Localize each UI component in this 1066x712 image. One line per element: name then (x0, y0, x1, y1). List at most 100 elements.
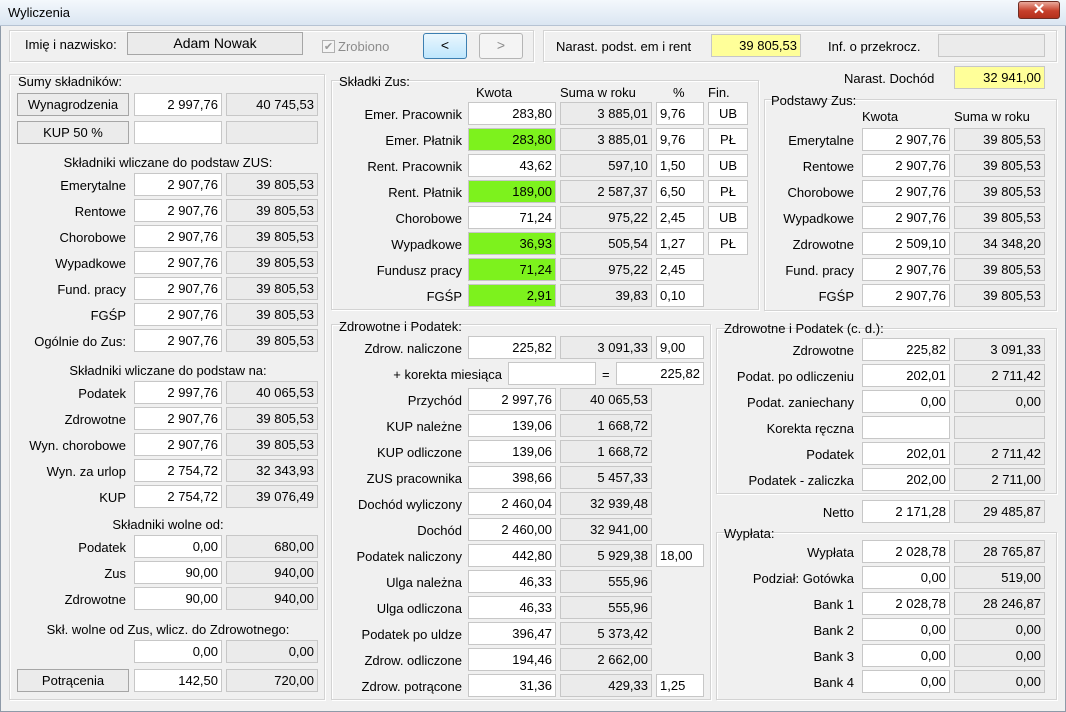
zus-contrib-kwota: 189,00 (468, 180, 556, 203)
health-tax-rok: 555,96 (560, 596, 652, 619)
zus-base-label: Fund. pracy (785, 263, 854, 278)
base-h-rok: Suma w roku (954, 109, 1030, 124)
zus-contrib-fin[interactable]: UB (708, 206, 748, 229)
prev-button[interactable]: < (423, 33, 467, 59)
zus-base-kwota: 2 907,76 (862, 258, 950, 281)
zus-contrib-fin[interactable]: PŁ (708, 128, 748, 151)
zus-contrib-pct[interactable]: 9,76 (656, 128, 704, 151)
zus-h-pct: % (673, 85, 685, 100)
zus-base-kwota: 2 907,76 (862, 206, 950, 229)
potracenia-label: Potrącenia (17, 669, 129, 692)
close-button[interactable]: ✕ (1018, 1, 1060, 19)
zus-component-kwota: 2 907,76 (134, 199, 222, 222)
kup50-rok (226, 121, 318, 144)
health-tax-cd-label: Podat. zaniechany (747, 395, 854, 410)
health-tax-rok: 1 668,72 (560, 414, 652, 437)
health-tax-cd-label: Korekta ręczna (766, 421, 854, 436)
narast-label: Narast. podst. em i rent (556, 39, 692, 54)
health-tax-label: KUP należne (386, 419, 462, 434)
zus-component-label: Chorobowe (59, 230, 127, 245)
zus-base-kwota: 2 907,76 (862, 180, 950, 203)
zus-contrib-pct[interactable]: 1,50 (656, 154, 704, 177)
payout-rok: 28 765,87 (954, 540, 1045, 563)
zus-contrib-fin[interactable]: PŁ (708, 180, 748, 203)
kup50-label: KUP 50 % (17, 121, 129, 144)
zus-contrib-fin[interactable]: UB (708, 102, 748, 125)
narast-dochod-label: Narast. Dochód (844, 71, 935, 86)
zus-contrib-pct[interactable]: 1,27 (656, 232, 704, 255)
skl-rok: 0,00 (226, 640, 318, 663)
zus-contrib-pct[interactable]: 9,76 (656, 102, 704, 125)
health-tax-label: Zdrow. potrącone (361, 679, 462, 694)
window-title: Wyliczenia (8, 5, 71, 20)
health-tax-cd-kwota: 0,00 (862, 390, 950, 413)
korekta-label: + korekta miesiąca (393, 367, 502, 382)
done-checkbox[interactable]: ✔ (322, 40, 335, 53)
health-tax-rok: 555,96 (560, 570, 652, 593)
zus-base-rok: 39 805,53 (954, 284, 1045, 307)
payout-label: Bank 3 (813, 649, 854, 664)
free-component-label: Podatek (78, 540, 126, 555)
zus-base-kwota: 2 907,76 (862, 128, 950, 151)
health-tax-cd-rok: 3 091,33 (954, 338, 1045, 361)
base-h-kwota: Kwota (862, 109, 899, 124)
health-tax-label: Ulga należna (386, 575, 462, 590)
next-button[interactable]: > (479, 33, 523, 59)
close-icon: ✕ (1032, 1, 1046, 18)
zus-contrib-fin[interactable]: PŁ (708, 232, 748, 255)
zus-contrib-label: Emer. Płatnik (385, 133, 462, 148)
zus-contrib-pct[interactable]: 0,10 (656, 284, 704, 307)
korekta-input[interactable] (508, 362, 596, 385)
zdrow-naliczone-pct[interactable]: 9,00 (656, 336, 704, 359)
health-tax-kwota: 139,06 (468, 414, 556, 437)
health-tax-rate[interactable]: 1,25 (656, 674, 704, 697)
health-tax-cd-label: Podat. po odliczeniu (736, 369, 854, 384)
health-tax-cd-rok: 2 711,00 (954, 468, 1045, 491)
potracenia-rok: 720,00 (226, 669, 318, 692)
zus-contrib-fin[interactable]: UB (708, 154, 748, 177)
health-tax-label: Dochód (417, 523, 462, 538)
na-component-label: Podatek (78, 386, 126, 401)
korekta-result: 225,82 (616, 362, 704, 385)
zus-contrib-pct[interactable]: 6,50 (656, 180, 704, 203)
zus-contrib-rok: 975,22 (560, 258, 652, 281)
health-tax-rok: 40 065,53 (560, 388, 652, 411)
health-tax-kwota: 2 460,04 (468, 492, 556, 515)
narast-value: 39 805,53 (711, 34, 801, 57)
payout-kwota: 0,00 (862, 644, 950, 667)
health-tax-cd-label: Podatek (806, 447, 854, 462)
zus-base-label: Zdrowotne (792, 237, 854, 252)
zus-contrib-kwota: 36,93 (468, 232, 556, 255)
korekta-eq: = (602, 367, 610, 382)
netto-label: Netto (822, 505, 854, 520)
zus-base-label: Wypadkowe (783, 211, 854, 226)
health-tax-rate[interactable]: 18,00 (656, 544, 704, 567)
zus-component-rok: 39 805,53 (226, 303, 318, 326)
zus-component-label: Rentowe (74, 204, 126, 219)
zus-base-rok: 39 805,53 (954, 180, 1045, 203)
zus-contrib-pct[interactable]: 2,45 (656, 206, 704, 229)
zus-contrib-kwota: 43,62 (468, 154, 556, 177)
na-component-label: Zdrowotne (64, 412, 126, 427)
zus-component-rok: 39 805,53 (226, 173, 318, 196)
kup50-kwota[interactable] (134, 121, 222, 144)
zus-base-label: Chorobowe (787, 185, 855, 200)
health-tax-rok: 32 941,00 (560, 518, 652, 541)
zus-component-label: Ogólnie do Zus: (34, 334, 126, 349)
zus-contrib-rok: 3 885,01 (560, 102, 652, 125)
name-label: Imię i nazwisko: (25, 37, 117, 52)
wyn-rok: 40 745,53 (226, 93, 318, 116)
zus-contrib-title: Składki Zus: (339, 74, 410, 89)
health-tax-cd-kwota[interactable] (862, 416, 950, 439)
zus-contrib-pct[interactable]: 2,45 (656, 258, 704, 281)
na-component-kwota: 2 754,72 (134, 485, 222, 508)
zus-contrib-label: Wypadkowe (391, 237, 462, 252)
zus-h-rok: Suma w roku (560, 85, 636, 100)
health-tax-cd-rok (954, 416, 1045, 439)
zus-contrib-label: Rent. Pracownik (367, 159, 462, 174)
zus-component-label: Wypadkowe (55, 256, 126, 271)
payout-label: Bank 1 (813, 597, 854, 612)
payout-kwota: 2 028,78 (862, 592, 950, 615)
netto-rok: 29 485,87 (954, 500, 1045, 523)
health-tax-label: Zdrow. odliczone (364, 653, 462, 668)
